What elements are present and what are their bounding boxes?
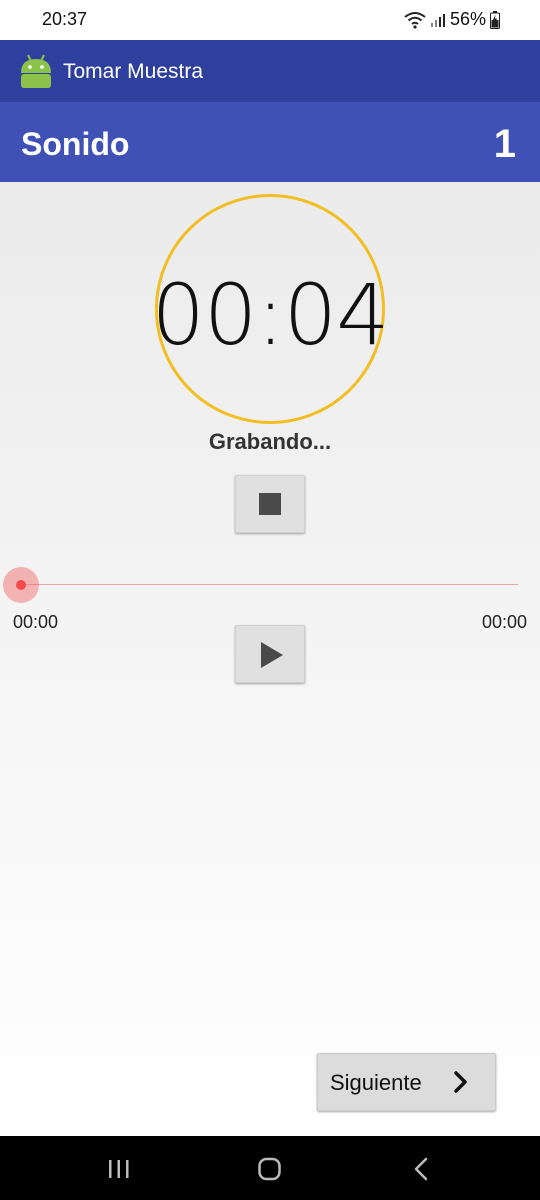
home-icon[interactable] bbox=[250, 1154, 290, 1184]
battery-icon bbox=[490, 10, 500, 29]
section-number: 1 bbox=[493, 122, 516, 166]
back-icon[interactable] bbox=[401, 1154, 441, 1184]
seek-bar[interactable] bbox=[22, 584, 518, 585]
app-title: Tomar Muestra bbox=[63, 60, 204, 83]
signal-icon bbox=[430, 12, 446, 28]
next-button[interactable]: Siguiente bbox=[317, 1053, 496, 1111]
playback-duration: 00:00 bbox=[481, 612, 527, 632]
chevron-right-icon bbox=[451, 1070, 471, 1094]
android-icon bbox=[19, 53, 53, 89]
app-bar: Tomar Muestra bbox=[0, 40, 540, 102]
play-button[interactable] bbox=[235, 625, 305, 683]
section-header: Sonido 1 bbox=[0, 102, 540, 182]
wifi-icon bbox=[404, 11, 426, 29]
recording-timer: 00:04 bbox=[151, 266, 389, 364]
section-title: Sonido bbox=[21, 126, 130, 162]
stop-icon bbox=[259, 493, 281, 515]
play-icon bbox=[261, 642, 283, 668]
recents-icon[interactable] bbox=[99, 1154, 139, 1184]
recorder-panel: 00:04 Grabando... 00:00 00:00 Siguiente bbox=[0, 182, 540, 1136]
status-time: 20:37 bbox=[42, 9, 88, 29]
status-bar: 20:37 56% bbox=[0, 0, 540, 40]
next-button-label: Siguiente bbox=[330, 1070, 422, 1095]
stop-button[interactable] bbox=[235, 475, 305, 533]
battery-percent: 56% bbox=[449, 9, 486, 29]
playback-position: 00:00 bbox=[13, 612, 59, 632]
seek-thumb[interactable] bbox=[16, 580, 26, 590]
recording-status: Grabando... bbox=[208, 429, 332, 454]
status-icons: 56% bbox=[404, 9, 500, 30]
nav-bar bbox=[0, 1136, 540, 1200]
